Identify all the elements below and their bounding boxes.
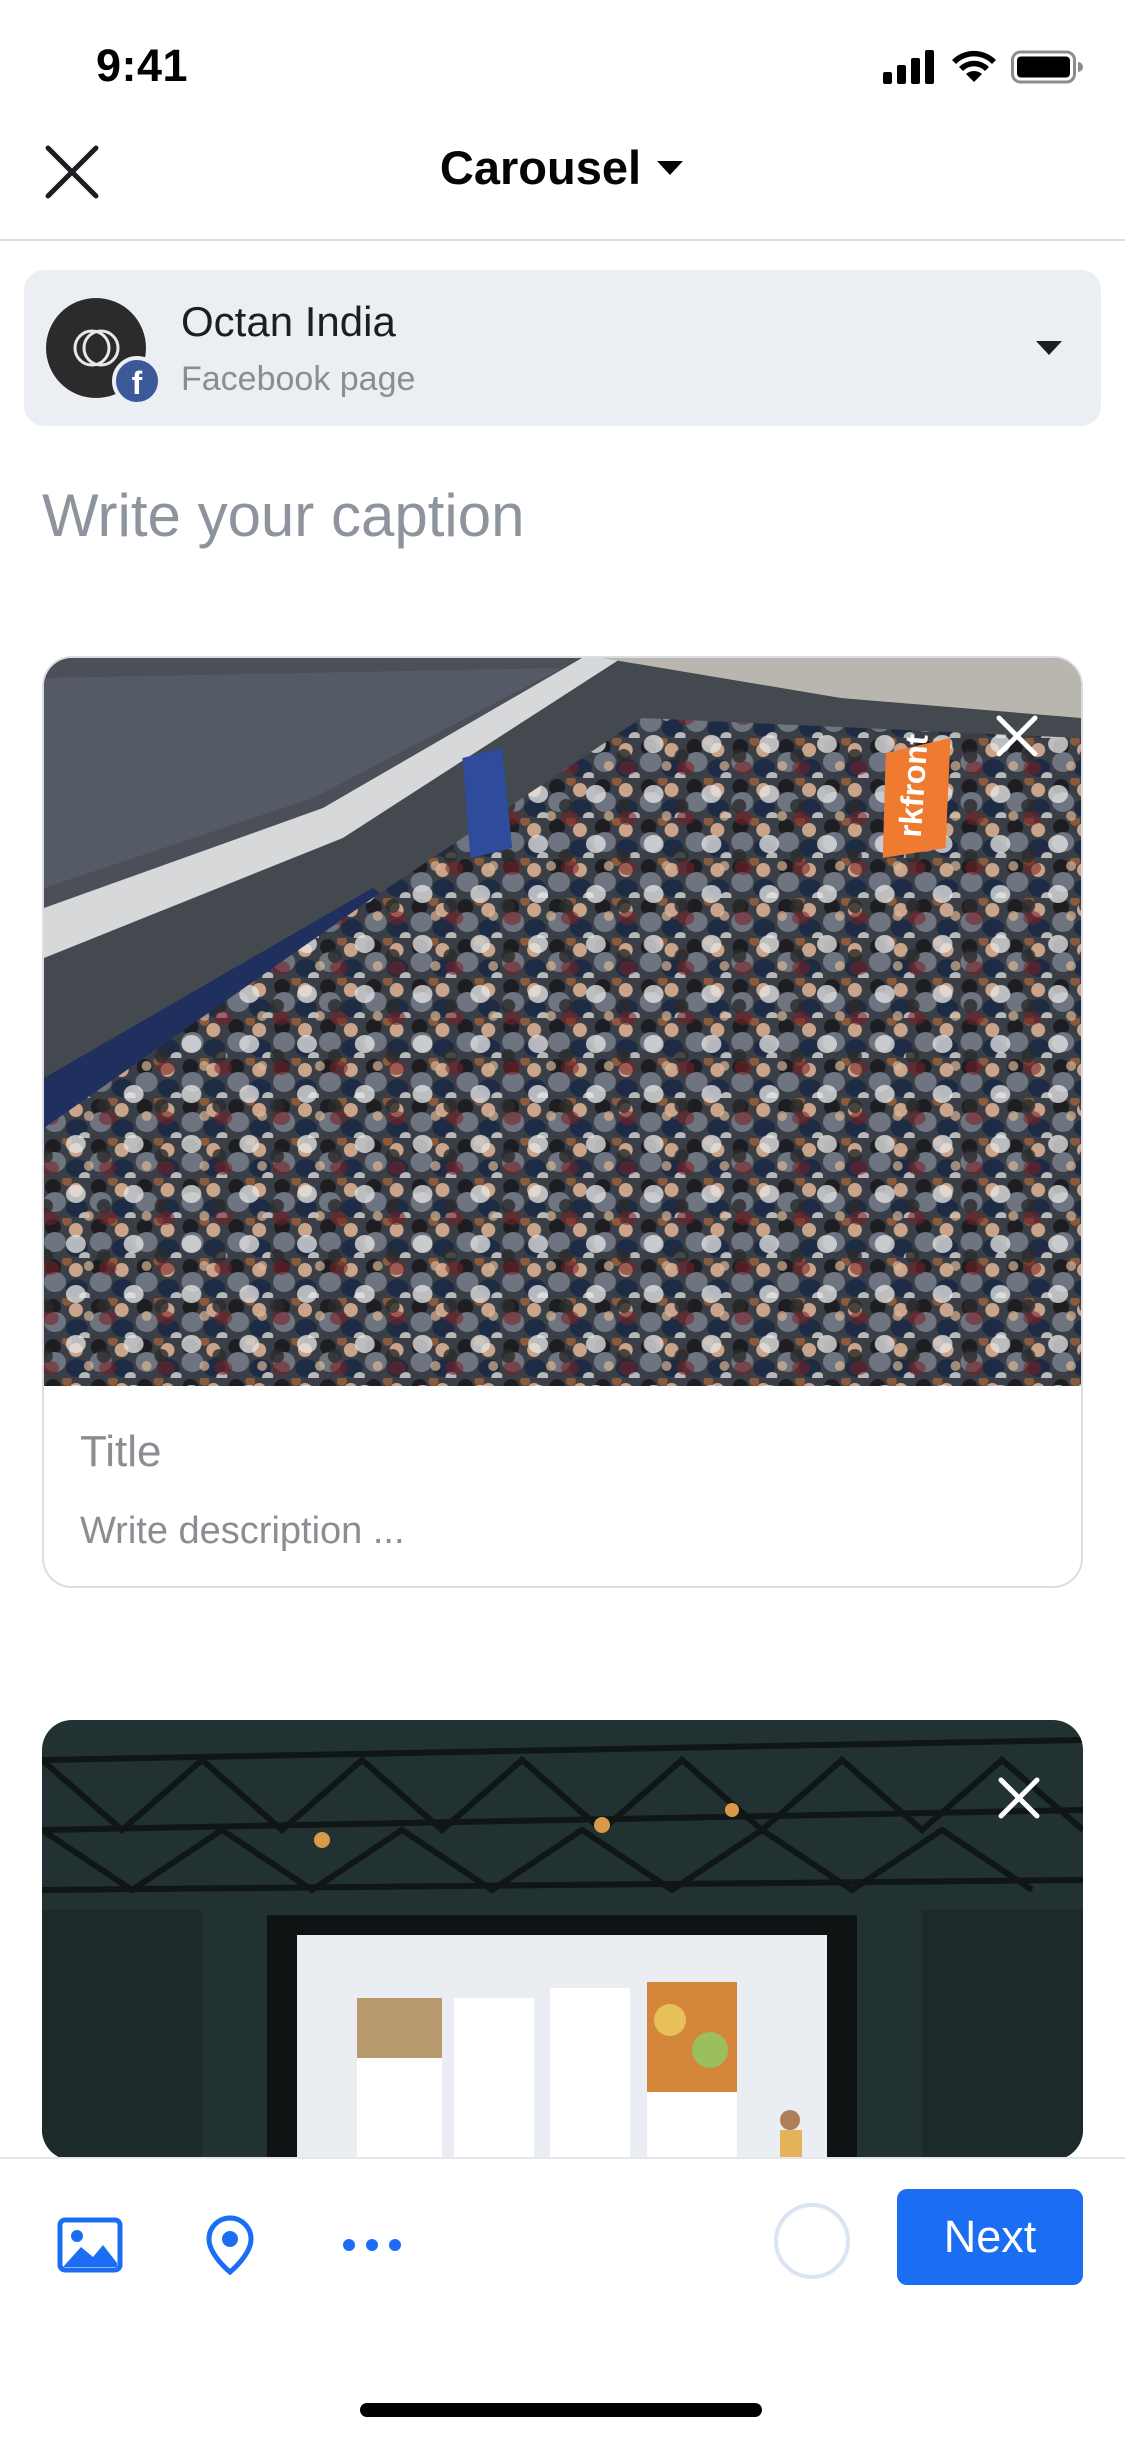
page-type: Facebook page [181,360,416,398]
remove-card-button[interactable] [991,1770,1047,1826]
battery-icon [1011,50,1083,84]
next-button[interactable]: Next [897,2189,1083,2285]
home-indicator [360,2403,762,2417]
more-dots-icon [343,2239,401,2251]
location-pin-icon [206,2215,254,2276]
card-title-input[interactable] [80,1422,1040,1482]
top-nav: Carousel [0,120,1125,241]
card-description-input[interactable] [80,1504,1040,1558]
post-type-selector[interactable]: Carousel [0,140,1125,195]
page-name: Octan India [181,298,396,345]
bottom-toolbar: Next [0,2157,1125,2445]
close-icon [996,715,1038,757]
banner-text: rkfront [892,733,935,839]
signal-icon [883,50,934,84]
caption-input[interactable] [42,470,1082,560]
status-time: 9:41 [96,40,189,91]
caret-down-icon [1036,341,1062,355]
facebook-badge-icon: f [112,356,162,406]
character-count-ring [774,2203,850,2279]
facebook-badge-letter: f [131,364,143,401]
card-image[interactable] [42,1720,1083,2160]
status-icons [883,50,1083,84]
photo-icon [57,2217,123,2273]
card-fields [44,1386,1081,1586]
page-title: Carousel [439,141,642,194]
carousel-card: rkfront [42,656,1083,1588]
carousel-card [42,1720,1083,2160]
page-selector[interactable]: f Octan India Facebook page [24,270,1101,426]
remove-card-button[interactable] [989,708,1045,764]
add-photo-button[interactable] [50,2205,130,2285]
close-icon [998,1777,1040,1819]
more-options-button[interactable] [332,2205,412,2285]
add-location-button[interactable] [190,2205,270,2285]
wifi-icon [952,50,996,82]
caret-down-icon [657,160,684,175]
card-image[interactable]: rkfront [44,658,1081,1386]
status-bar: 9:41 [0,0,1125,135]
